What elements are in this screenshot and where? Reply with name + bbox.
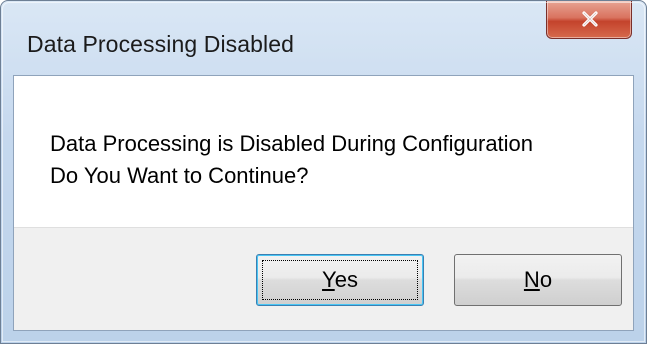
dialog-window: Data Processing Disabled Data Processing… xyxy=(0,0,647,344)
button-area: Yes No xyxy=(14,227,633,330)
yes-mnemonic: Y xyxy=(322,267,335,292)
title-bar[interactable]: Data Processing Disabled xyxy=(1,1,646,75)
yes-button[interactable]: Yes xyxy=(256,254,424,306)
window-title: Data Processing Disabled xyxy=(27,31,295,57)
no-label-rest: o xyxy=(539,267,553,292)
no-mnemonic: N xyxy=(523,267,540,292)
message-line-1: Data Processing is Disabled During Confi… xyxy=(50,131,534,156)
dialog-content: Data Processing is Disabled During Confi… xyxy=(13,75,634,331)
message-text: Data Processing is Disabled During Confi… xyxy=(50,128,533,192)
close-icon xyxy=(582,11,598,27)
message-line-2: Do You Want to Continue? xyxy=(50,163,309,188)
close-button[interactable] xyxy=(546,1,632,39)
yes-label-rest: es xyxy=(334,267,358,292)
no-button[interactable]: No xyxy=(454,254,622,306)
